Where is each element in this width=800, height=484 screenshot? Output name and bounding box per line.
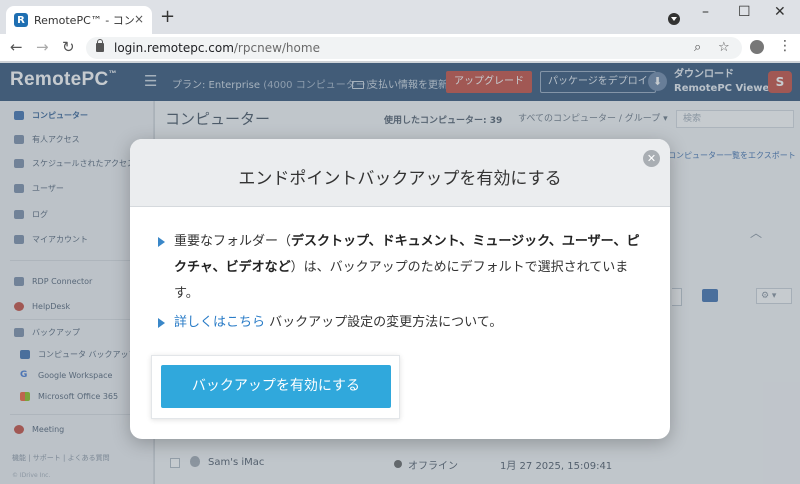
learn-more-note: 詳しくはこちら バックアップ設定の変更方法について。 xyxy=(158,310,640,336)
browser-account-icon[interactable] xyxy=(750,40,764,54)
address-bar[interactable]: login.remotepc.com/rpcnew/home ⌕ ☆ xyxy=(86,37,742,59)
new-tab-button[interactable]: + xyxy=(160,8,175,26)
forward-icon[interactable]: → xyxy=(36,39,49,55)
important-folders-note: 重要なフォルダー（デスクトップ、ドキュメント、ミュージック、ユーザー、ピクチャ、… xyxy=(158,229,640,307)
triangle-bullet-icon xyxy=(158,318,165,328)
back-icon[interactable]: ← xyxy=(10,39,23,55)
triangle-bullet-icon xyxy=(158,237,165,247)
maximize-window-button[interactable]: ☐ xyxy=(738,4,751,20)
zoom-icon[interactable]: ⌕ xyxy=(694,40,701,55)
modal-header: エンドポイントバックアップを有効にする ✕ xyxy=(130,139,670,207)
close-tab-icon[interactable]: × xyxy=(134,12,144,26)
tab-title: RemotePC™ - コンピューター xyxy=(34,14,136,27)
close-icon[interactable]: ✕ xyxy=(643,150,660,167)
browser-toolbar: ← → ↻ login.remotepc.com/rpcnew/home ⌕ ☆ xyxy=(0,34,800,62)
bookmark-star-icon[interactable]: ☆ xyxy=(718,40,730,55)
minimize-window-button[interactable]: – xyxy=(702,4,709,20)
close-window-button[interactable]: ✕ xyxy=(774,4,786,20)
lock-icon xyxy=(96,39,104,52)
enable-backup-button[interactable]: バックアップを有効にする xyxy=(161,365,391,408)
url-text: login.remotepc.com/rpcnew/home xyxy=(114,41,320,55)
browser-tab[interactable]: R RemotePC™ - コンピューター × xyxy=(6,6,152,34)
reload-icon[interactable]: ↻ xyxy=(62,39,75,55)
browser-tab-strip: R RemotePC™ - コンピューター × + – ☐ ✕ xyxy=(0,0,800,34)
browser-profile-icon[interactable] xyxy=(668,13,680,25)
learn-more-link[interactable]: 詳しくはこちら xyxy=(174,315,265,330)
browser-menu-icon[interactable]: ⋮ xyxy=(778,38,792,54)
modal-title: エンドポイントバックアップを有効にする xyxy=(238,169,562,189)
remotepc-favicon-icon: R xyxy=(14,13,28,27)
